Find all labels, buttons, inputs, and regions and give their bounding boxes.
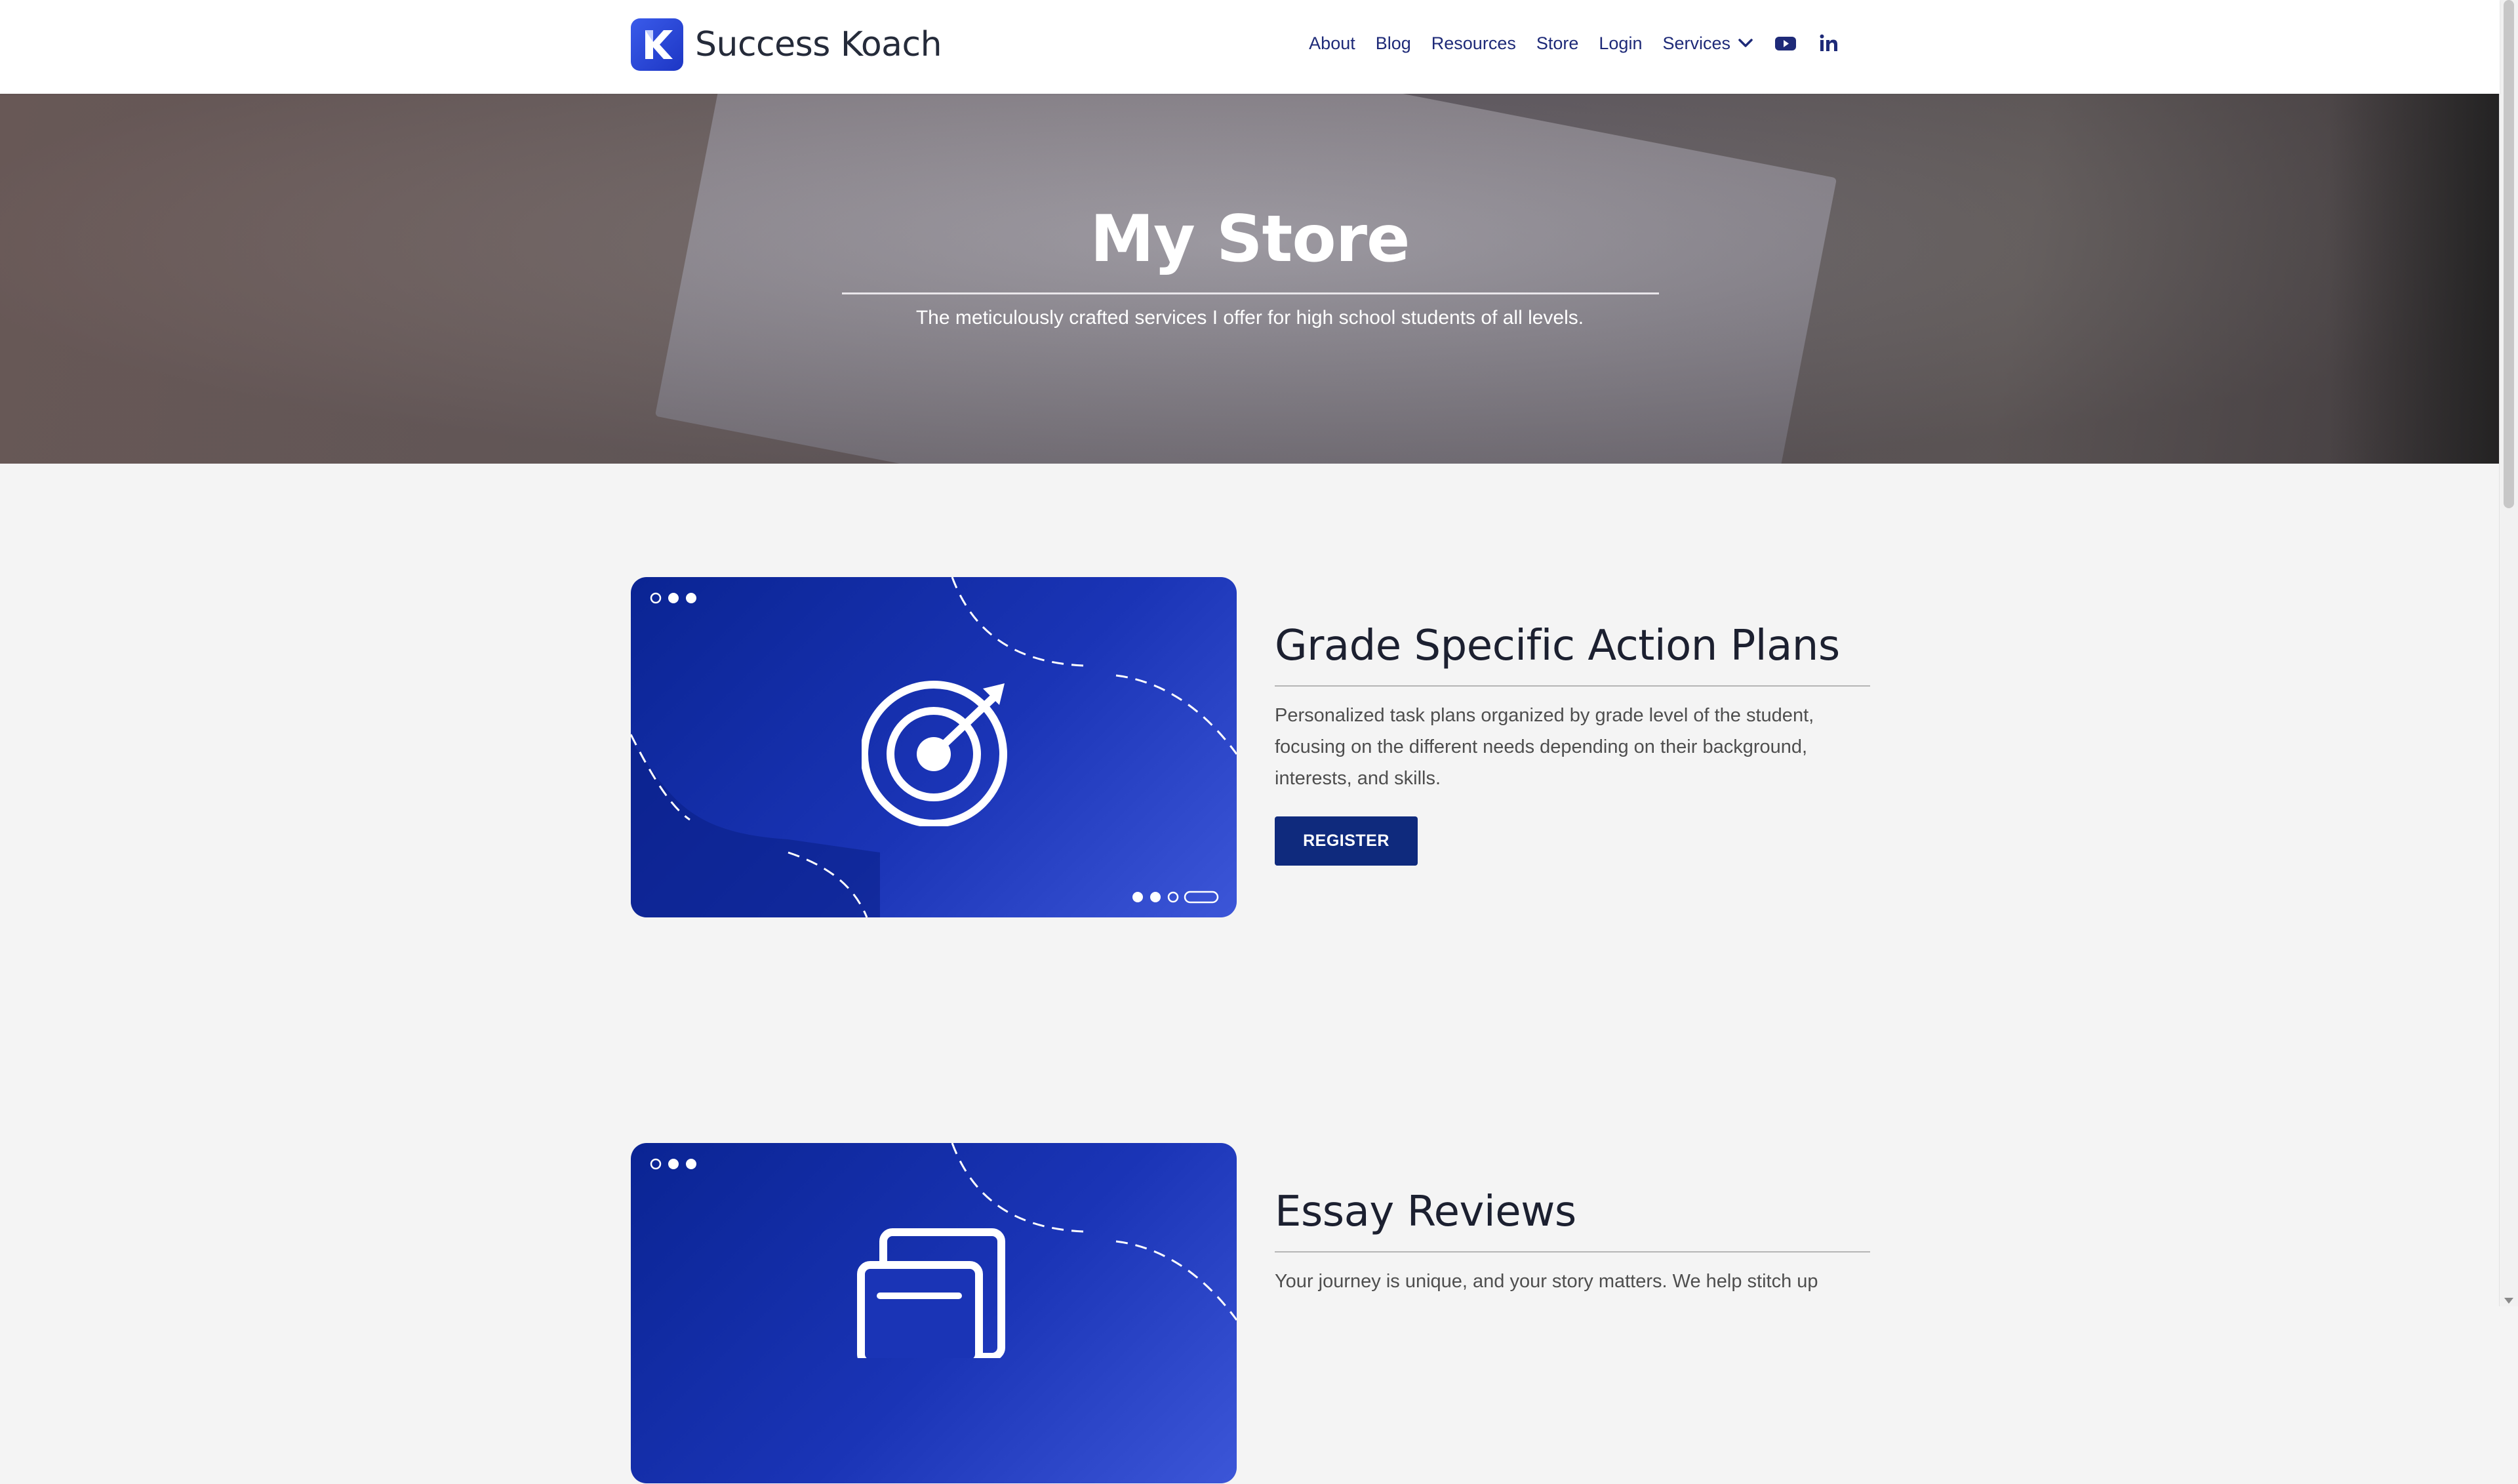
page-scrollbar[interactable]	[2499, 0, 2518, 1306]
service-row: Grade Specific Action Plans Personalized…	[631, 577, 1870, 918]
nav-blog[interactable]: Blog	[1376, 33, 1411, 54]
register-button[interactable]: REGISTER	[1275, 816, 1418, 866]
logo-k-icon	[631, 18, 683, 71]
service-row: Essay Reviews Your journey is unique, an…	[631, 1143, 1870, 1484]
service-divider	[1275, 1251, 1870, 1253]
documents-icon	[857, 1228, 1005, 1358]
service-description: Personalized task plans organized by gra…	[1275, 705, 1814, 789]
nav-resources[interactable]: Resources	[1431, 33, 1516, 54]
hero-divider	[842, 292, 1659, 294]
nav-services-label: Services	[1662, 33, 1730, 53]
logo-text: Success Koach	[695, 25, 942, 64]
site-header: Success Koach About Blog Resources Store…	[0, 0, 2500, 94]
main-nav: About Blog Resources Store Login Service…	[1289, 31, 1841, 55]
service-image-card	[631, 577, 1237, 917]
service-description: Your journey is unique, and your story m…	[1275, 1271, 1818, 1292]
nav-store[interactable]: Store	[1536, 33, 1579, 54]
hero-banner: My Store The meticulously crafted servic…	[0, 94, 2500, 464]
linkedin-icon[interactable]	[1817, 31, 1841, 55]
nav-login[interactable]: Login	[1599, 33, 1642, 54]
scroll-down-arrow-icon[interactable]	[2504, 1298, 2513, 1304]
logo[interactable]: Success Koach	[631, 18, 942, 71]
scrollbar-thumb[interactable]	[2504, 0, 2514, 508]
nav-services-dropdown[interactable]: Services	[1662, 33, 1754, 54]
service-title: Essay Reviews	[1275, 1188, 1576, 1236]
youtube-icon[interactable]	[1774, 31, 1797, 55]
service-image-card	[631, 1143, 1237, 1483]
hero-overlay-edge	[2329, 94, 2500, 464]
service-title: Grade Specific Action Plans	[1275, 622, 1840, 670]
nav-about[interactable]: About	[1309, 33, 1355, 54]
page-title: My Store	[1090, 202, 1410, 277]
target-icon	[862, 681, 1007, 826]
hero-overlay	[0, 94, 2500, 464]
service-divider	[1275, 685, 1870, 687]
chevron-down-icon	[1738, 39, 1753, 47]
page-subtitle: The meticulously crafted services I offe…	[915, 307, 1584, 329]
